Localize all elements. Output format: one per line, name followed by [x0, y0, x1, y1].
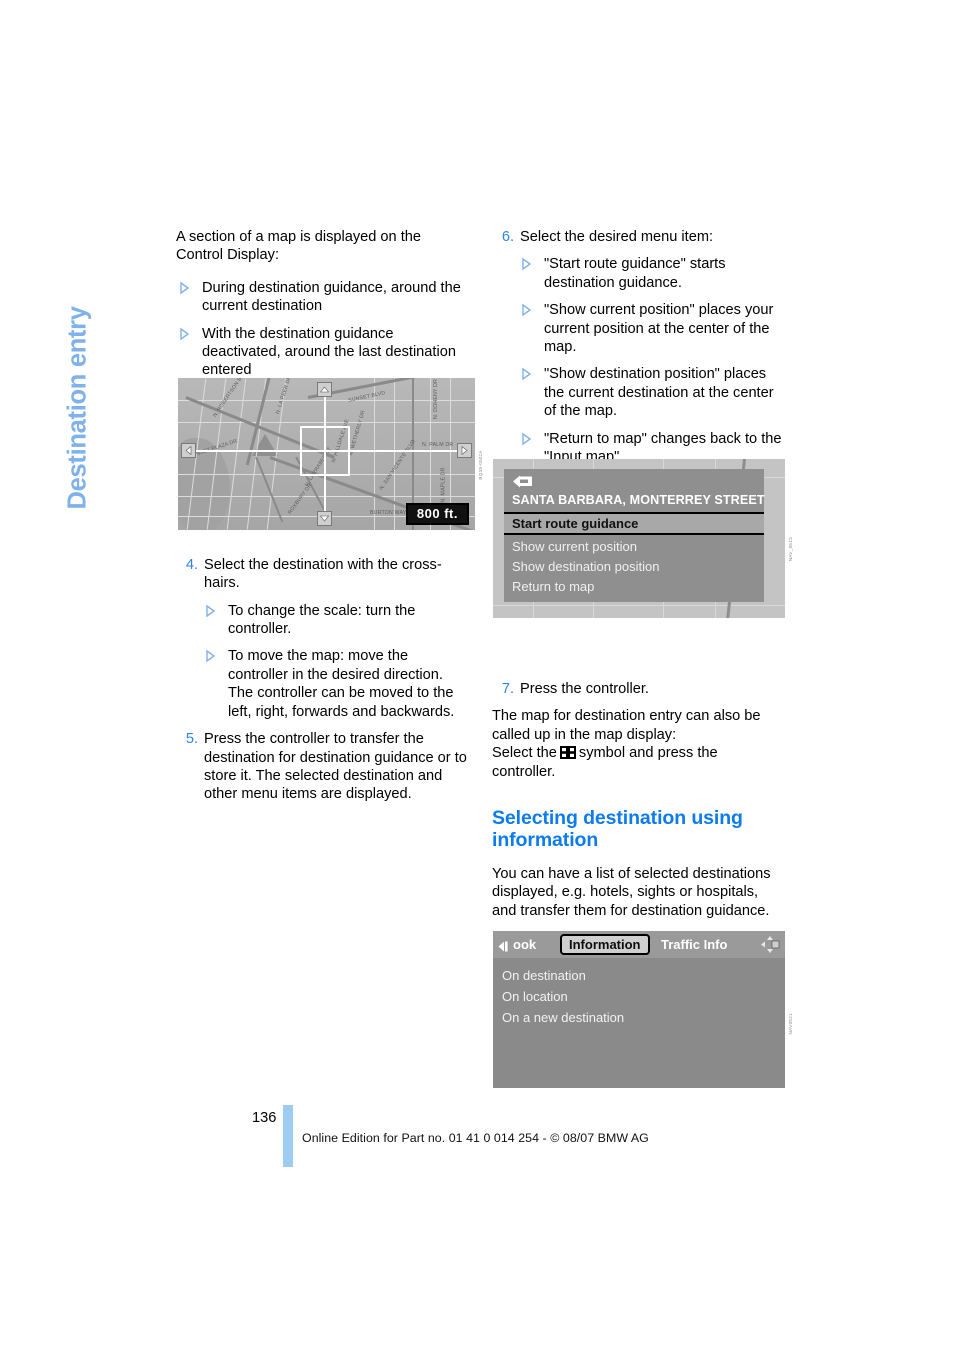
list-item-text: "Show destination position" places the c…	[544, 366, 774, 420]
menu-item-return-to-map[interactable]: Return to map	[512, 579, 594, 594]
step-text: Select the destination with the cross-ha…	[204, 556, 442, 592]
map-screenshot: N. ROBERTSON BLVD N. LA PEER DR SUNSET B…	[178, 378, 475, 530]
map-note-prefix: Select the	[492, 745, 557, 762]
step-number: 7.	[501, 680, 514, 697]
step-number: 4.	[185, 556, 198, 573]
step-number: 6.	[501, 229, 514, 245]
menu-item-label: Show destination position	[512, 559, 660, 574]
map-street-label: N. PALM DR	[422, 442, 454, 448]
menu-item-label: Start route guidance	[512, 516, 639, 531]
figure-information-menu: ook Information Traffic Info On destinat…	[493, 931, 793, 1088]
menu-back-arrow-icon[interactable]	[512, 475, 534, 489]
map-pan-right-button[interactable]	[457, 443, 472, 458]
list-item: To move the map: move the controller in …	[202, 647, 468, 721]
list-item-label: On a new destination	[502, 1010, 625, 1025]
triangle-bullet-icon	[520, 303, 533, 317]
tab-label: Information	[569, 937, 641, 952]
figure-watermark: NAV0521	[788, 1013, 793, 1035]
list-item: With the destination guidance deactivate…	[176, 325, 468, 380]
list-item-label: On location	[502, 989, 568, 1004]
list-item-text: To change the scale: turn the controller…	[228, 602, 416, 638]
triangle-bullet-icon	[520, 367, 533, 381]
list-item-on-a-new-destination[interactable]: On a new destination	[502, 1010, 624, 1025]
chapter-title: Destination entry	[63, 306, 92, 510]
list-item-label: On destination	[502, 968, 586, 983]
scroll-left-icon[interactable]	[498, 939, 510, 952]
figure-map-crosshair: N. ROBERTSON BLVD N. LA PEER DR SUNSET B…	[178, 378, 483, 530]
step-5: 5. Press the controller to transfer the …	[176, 730, 468, 804]
list-item-text: "Start route guidance" starts destinatio…	[544, 256, 726, 291]
menu-item-selected[interactable]: Start route guidance	[504, 512, 764, 535]
section-intro: You can have a list of selected destinat…	[492, 865, 771, 919]
list-item-on-location[interactable]: On location	[502, 989, 568, 1004]
footer-text: Online Edition for Part no. 01 41 0 014 …	[302, 1131, 649, 1145]
step-4: 4. Select the destination with the cross…	[176, 556, 468, 593]
map-street	[178, 496, 475, 498]
figure-watermark: NAV_0513	[788, 537, 793, 562]
figure-watermark: BQ35-0502A	[478, 450, 483, 480]
map-street-label: BURTON WAY	[370, 510, 407, 516]
menu-panel: SANTA BARBARA, MONTERREY STREET Start ro…	[504, 469, 765, 602]
map-scale-badge: 800 ft.	[405, 503, 469, 525]
information-list: On destination On location On a new dest…	[493, 958, 785, 1088]
tab-information[interactable]: Information	[560, 934, 650, 955]
step-number: 5.	[185, 731, 198, 748]
triangle-bullet-icon	[204, 649, 217, 663]
menu-item-label: Show current position	[512, 539, 638, 554]
triangle-bullet-icon	[178, 327, 191, 341]
tab-traffic-info[interactable]: Traffic Info	[661, 934, 727, 955]
tab-bar: ook Information Traffic Info	[493, 931, 785, 959]
list-item-text: To move the map: move the controller in …	[228, 648, 455, 720]
triangle-bullet-icon	[178, 281, 191, 295]
list-item: "Start route guidance" starts destinatio…	[518, 255, 784, 292]
list-item: To change the scale: turn the controller…	[202, 602, 468, 639]
menu-screenshot: SANTA BARBARA, MONTERREY STREET Start ro…	[493, 459, 785, 618]
menu-item-show-current-position[interactable]: Show current position	[512, 539, 637, 554]
section-heading: Selecting destination using information	[492, 806, 743, 851]
intro-paragraph: A section of a map is displayed on the C…	[176, 229, 422, 264]
information-screenshot: ook Information Traffic Info On destinat…	[493, 931, 785, 1088]
triangle-bullet-icon	[520, 257, 533, 271]
tab-label: ook	[513, 937, 537, 952]
compass-icon[interactable]	[760, 935, 780, 954]
map-crosshair-symbol-icon	[559, 746, 576, 760]
page-footer: 136 Online Edition for Part no. 01 41 0 …	[0, 1105, 954, 1185]
list-item-on-destination[interactable]: On destination	[502, 968, 586, 983]
triangle-bullet-icon	[520, 432, 533, 446]
step-text: Press the controller.	[520, 680, 649, 697]
step-6: 6. Select the desired menu item:	[492, 228, 784, 246]
step-text: Select the desired menu item:	[520, 229, 714, 245]
map-street-label: N. DOHENY DR	[433, 378, 440, 420]
map-pan-left-button[interactable]	[181, 443, 196, 458]
menu-item-show-destination-position[interactable]: Show destination position	[512, 559, 659, 574]
list-item-text: During destination guidance, around the …	[202, 279, 461, 315]
map-crosshair-box	[300, 426, 350, 476]
list-item-text: "Show current position" places your curr…	[544, 302, 774, 356]
list-item: "Show destination position" places the c…	[518, 365, 784, 420]
menu-title: SANTA BARBARA, MONTERREY STREET	[512, 493, 765, 507]
list-item: During destination guidance, around the …	[176, 279, 468, 316]
page-number: 136	[252, 1110, 277, 1126]
chapter-running-head: Destination entry	[0, 215, 175, 515]
map-note-line2: Select the symbol and press the controlle…	[492, 744, 784, 781]
tab-address-book[interactable]: ook	[513, 934, 536, 955]
step-text: Press the controller to transfer the des…	[204, 731, 467, 803]
tab-label: Traffic Info	[661, 937, 728, 952]
list-item: "Show current position" places your curr…	[518, 301, 784, 356]
step-7: 7. Press the controller.	[492, 680, 784, 698]
right-text-column: 6. Select the desired menu item: "Start …	[492, 228, 784, 1012]
map-pan-down-button[interactable]	[317, 511, 332, 526]
list-item-text: With the destination guidance deactivate…	[202, 325, 456, 379]
menu-item-label: Return to map	[512, 579, 595, 594]
map-note-line1: The map for destination entry can also b…	[492, 708, 761, 743]
map-street	[178, 422, 475, 424]
figure-destination-menu: SANTA BARBARA, MONTERREY STREET Start ro…	[493, 459, 793, 618]
footer-accent-bar	[283, 1105, 293, 1167]
map-pan-up-button[interactable]	[317, 382, 332, 397]
map-street	[493, 605, 785, 607]
map-street-label: N. MAPLE DR	[440, 467, 447, 503]
triangle-bullet-icon	[204, 604, 217, 618]
